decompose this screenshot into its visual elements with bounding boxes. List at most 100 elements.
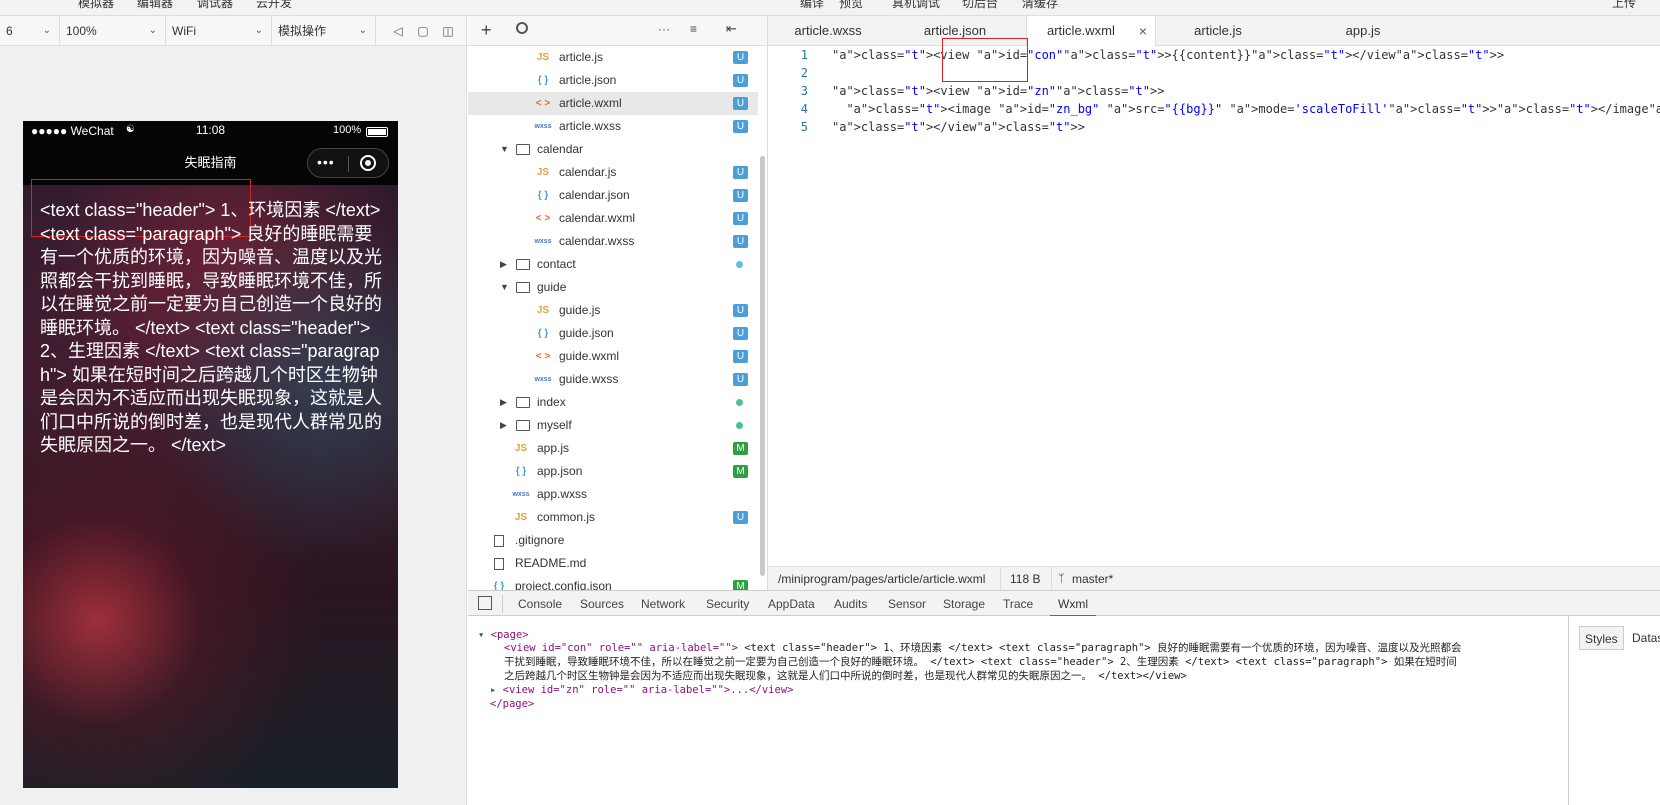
tree-item[interactable]: { } app.json M	[468, 460, 758, 483]
tab-sources[interactable]: Sources	[580, 591, 624, 617]
volume-icon[interactable]: ◁	[390, 23, 406, 39]
tree-item[interactable]: .gitignore	[468, 529, 758, 552]
tab-article-js[interactable]: article.js	[1158, 16, 1278, 46]
tab-storage[interactable]: Storage	[943, 591, 985, 617]
zoom-select[interactable]: 100% ⌄	[60, 16, 166, 46]
git-status-badge: U	[733, 373, 748, 386]
menu-device-debug[interactable]: 真机调试	[892, 0, 940, 11]
dock-icon[interactable]: ◫	[440, 23, 456, 39]
menu-debugger[interactable]: 调试器	[197, 0, 233, 11]
tree-item[interactable]: ▶ myself	[468, 414, 758, 437]
tree-item[interactable]: { } calendar.json U	[468, 184, 758, 207]
chevron-right-icon[interactable]: ▶	[500, 253, 507, 276]
add-icon[interactable]: +	[481, 20, 492, 41]
tab-wxml[interactable]: Wxml	[1050, 591, 1096, 617]
tree-item[interactable]: ▼ guide	[468, 276, 758, 299]
json-file-icon: { }	[537, 75, 549, 86]
menu-cloud[interactable]: 云开发	[256, 0, 292, 11]
menu-editor[interactable]: 编辑器	[137, 0, 173, 11]
tree-item[interactable]: wxss calendar.wxss U	[468, 230, 758, 253]
operation-select[interactable]: 模拟操作 ⌄	[272, 16, 376, 46]
file-tree-scrollbar[interactable]	[760, 156, 765, 576]
chevron-right-icon[interactable]: ▶	[500, 391, 507, 414]
network-select[interactable]: WiFi ⌄	[166, 16, 272, 46]
js-file-icon: JS	[536, 167, 550, 178]
tab-trace[interactable]: Trace	[1003, 591, 1033, 617]
tree-item[interactable]: ▶ index	[468, 391, 758, 414]
close-mini-program-icon[interactable]	[360, 155, 376, 171]
json-file-icon: { }	[493, 581, 505, 590]
tab-article-wxss[interactable]: article.wxss	[768, 16, 888, 46]
capsule-menu[interactable]: •••	[307, 148, 389, 178]
tree-item[interactable]: JS guide.js U	[468, 299, 758, 322]
more-icon[interactable]: ···	[658, 22, 670, 36]
search-icon[interactable]	[516, 22, 528, 34]
js-file-icon: JS	[514, 512, 528, 523]
menu-simulator[interactable]: 模拟器	[78, 0, 114, 11]
tree-item-label: README.md	[515, 556, 587, 570]
tree-item[interactable]: < > calendar.wxml U	[468, 207, 758, 230]
tree-item-label: contact	[537, 257, 576, 271]
tree-item-label: app.json	[537, 464, 583, 478]
tab-styles[interactable]: Styles	[1579, 626, 1624, 650]
tree-item[interactable]: JS article.js U	[468, 46, 758, 69]
collapse-all-icon[interactable]: ≡	[690, 22, 697, 36]
inspect-icon[interactable]	[478, 596, 492, 610]
tree-item[interactable]: { } article.json U	[468, 69, 758, 92]
tab-appdata[interactable]: AppData	[768, 591, 815, 617]
tab-security[interactable]: Security	[706, 591, 749, 617]
tree-item[interactable]: README.md	[468, 552, 758, 575]
tab-console[interactable]: Console	[518, 591, 562, 617]
code-editor[interactable]: 1 2 3 4 5 "a">class="t"><view "a">id="co…	[768, 38, 1660, 566]
menu-background[interactable]: 切后台	[962, 0, 998, 11]
chevron-down-icon[interactable]: ▼	[500, 138, 509, 161]
tag-text: <view id="zn" role="" aria-label="">...<…	[502, 684, 794, 696]
device-select[interactable]: 6 ⌄	[0, 16, 60, 46]
js-file-icon: JS	[514, 443, 528, 454]
menu-clear-cache[interactable]: 清缓存	[1022, 0, 1058, 11]
tree-item[interactable]: { } guide.json U	[468, 322, 758, 345]
tree-item[interactable]: ▼ calendar	[468, 138, 758, 161]
expand-arrow-icon[interactable]: ▾	[478, 629, 484, 641]
line-number: 5	[800, 120, 808, 134]
tab-sensor[interactable]: Sensor	[888, 591, 926, 617]
file-path: /miniprogram/pages/article/article.wxml	[778, 572, 986, 586]
close-icon[interactable]: ×	[1139, 16, 1147, 46]
tree-item[interactable]: { } project.config.json M	[468, 575, 758, 590]
tab-app-js[interactable]: app.js	[1288, 16, 1438, 46]
tab-dataset[interactable]: Dataset	[1627, 626, 1660, 650]
git-status-dot	[736, 399, 743, 406]
tree-item[interactable]: JS calendar.js U	[468, 161, 758, 184]
sidebar-toggle-icon[interactable]: ⇤	[726, 21, 737, 37]
tab-article-wxml[interactable]: article.wxml ×	[1026, 16, 1156, 46]
editor-tabs: article.wxss article.json article.wxml ×…	[768, 16, 1660, 46]
more-icon[interactable]: •••	[317, 154, 335, 170]
tag-text: <view id="con" role="" aria-label="">	[504, 642, 738, 654]
tree-item[interactable]: wxss guide.wxss U	[468, 368, 758, 391]
git-branch[interactable]: master*	[1072, 567, 1113, 591]
chevron-right-icon[interactable]: ▶	[500, 414, 507, 437]
line-number: 1	[800, 48, 808, 62]
collapse-arrow-icon[interactable]: ▸	[490, 684, 496, 696]
tree-item[interactable]: JS app.js M	[468, 437, 758, 460]
tab-audits[interactable]: Audits	[834, 591, 867, 617]
tab-network[interactable]: Network	[641, 591, 685, 617]
menu-compile[interactable]: 编译	[800, 0, 824, 11]
menu-upload[interactable]: 上传	[1612, 0, 1636, 11]
wxml-page-open[interactable]: ▾ <page>	[478, 628, 529, 642]
wxml-file-icon: < >	[535, 213, 551, 224]
device-value: 6	[6, 24, 13, 38]
wxml-view-zn[interactable]: ▸ <view id="zn" role="" aria-label="">..…	[490, 683, 793, 697]
tree-item-label: project.config.json	[515, 579, 612, 590]
tree-item[interactable]: wxss app.wxss	[468, 483, 758, 506]
tree-item[interactable]: wxss article.wxss U	[468, 115, 758, 138]
wxml-view-con[interactable]: <view id="con" role="" aria-label=""> <t…	[504, 641, 1524, 683]
tree-item[interactable]: < > article.wxml U	[468, 92, 758, 115]
tree-item[interactable]: < > guide.wxml U	[468, 345, 758, 368]
tree-item[interactable]: ▶ contact	[468, 253, 758, 276]
menu-preview[interactable]: 预览	[839, 0, 863, 11]
file-file-icon	[494, 535, 504, 547]
window-icon[interactable]: ▢	[415, 23, 431, 39]
tree-item[interactable]: JS common.js U	[468, 506, 758, 529]
chevron-down-icon[interactable]: ▼	[500, 276, 509, 299]
